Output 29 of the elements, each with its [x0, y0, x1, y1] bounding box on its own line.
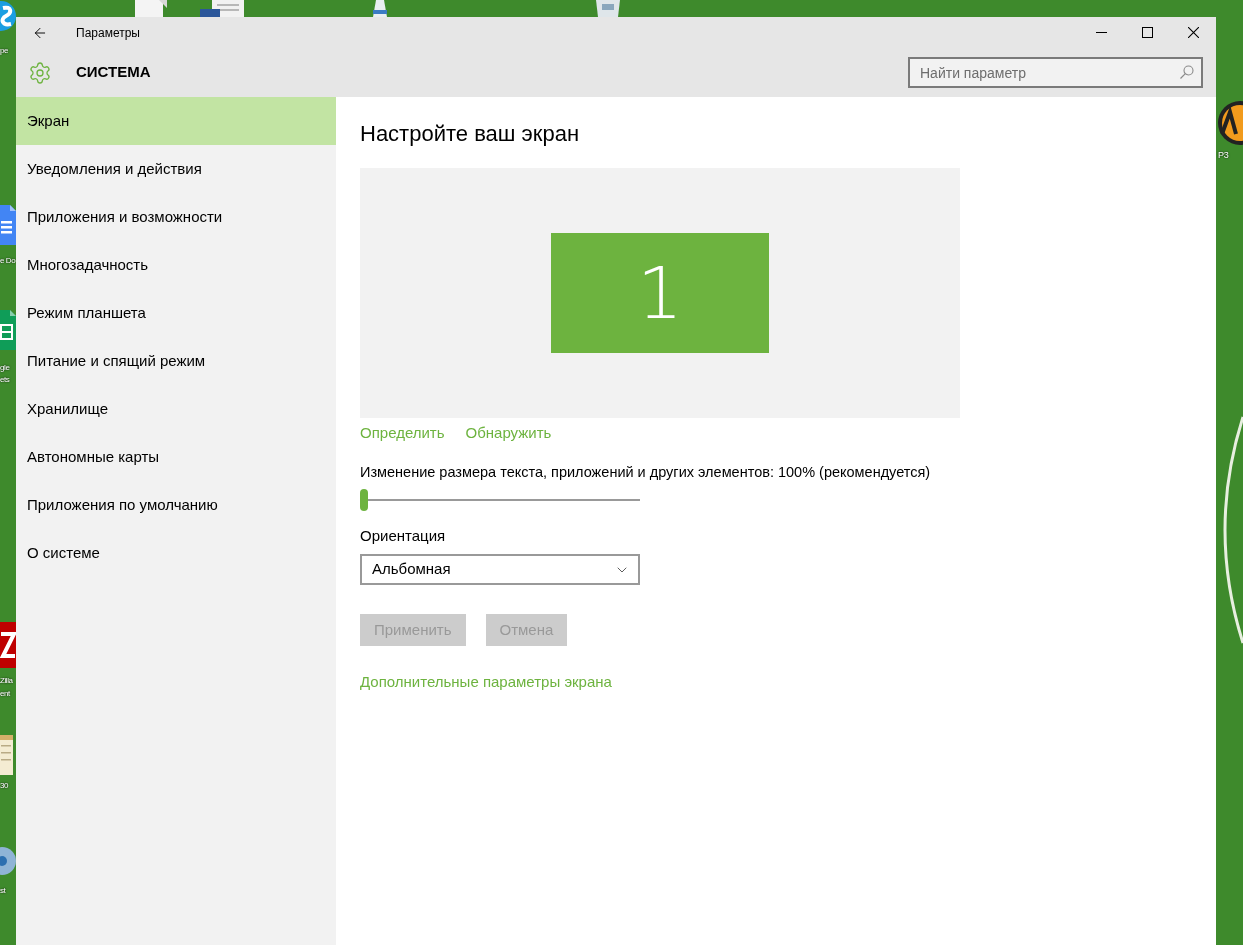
orientation-dropdown[interactable]: Альбомная	[360, 554, 640, 585]
notepad-icon[interactable]	[0, 735, 13, 775]
settings-gear-icon	[28, 60, 52, 85]
search-icon	[1180, 65, 1194, 79]
spreadsheet-icon[interactable]	[0, 310, 16, 350]
round-app-icon[interactable]	[1216, 100, 1243, 146]
search-field[interactable]: Найти параметр	[908, 57, 1203, 88]
maximize-icon	[1141, 27, 1153, 38]
sidebar-item[interactable]: Экран	[16, 97, 336, 145]
scale-label: Изменение размера текста, приложений и других элементов: 100% (рекомендуется)	[360, 463, 931, 482]
desktop-icon-label: e Do	[0, 255, 16, 266]
desktop-icon-label: Zilla ent	[0, 675, 13, 700]
desktop-icon-label: 30	[0, 780, 9, 791]
document-icon[interactable]	[0, 205, 16, 245]
desktop-icon-label: gle ets	[0, 362, 10, 386]
desktop-icon-label: st	[0, 885, 6, 896]
orientation-label: Ориентация	[360, 526, 446, 546]
slider-thumb[interactable]	[360, 489, 368, 511]
document-icon[interactable]	[135, 0, 167, 17]
app-tile-icon[interactable]	[0, 622, 16, 668]
document-icon[interactable]	[200, 0, 245, 17]
desktop-icon-label: pe	[0, 45, 9, 56]
scale-slider-track[interactable]	[360, 489, 640, 511]
page-heading: Настройте ваш экран	[360, 120, 580, 148]
close-icon	[1187, 27, 1199, 38]
section-title: СИСТЕМА	[76, 62, 151, 83]
minimize-icon	[1095, 32, 1107, 33]
desktop-icon-label: P3	[1218, 149, 1229, 161]
window-title: Параметры	[76, 24, 140, 42]
